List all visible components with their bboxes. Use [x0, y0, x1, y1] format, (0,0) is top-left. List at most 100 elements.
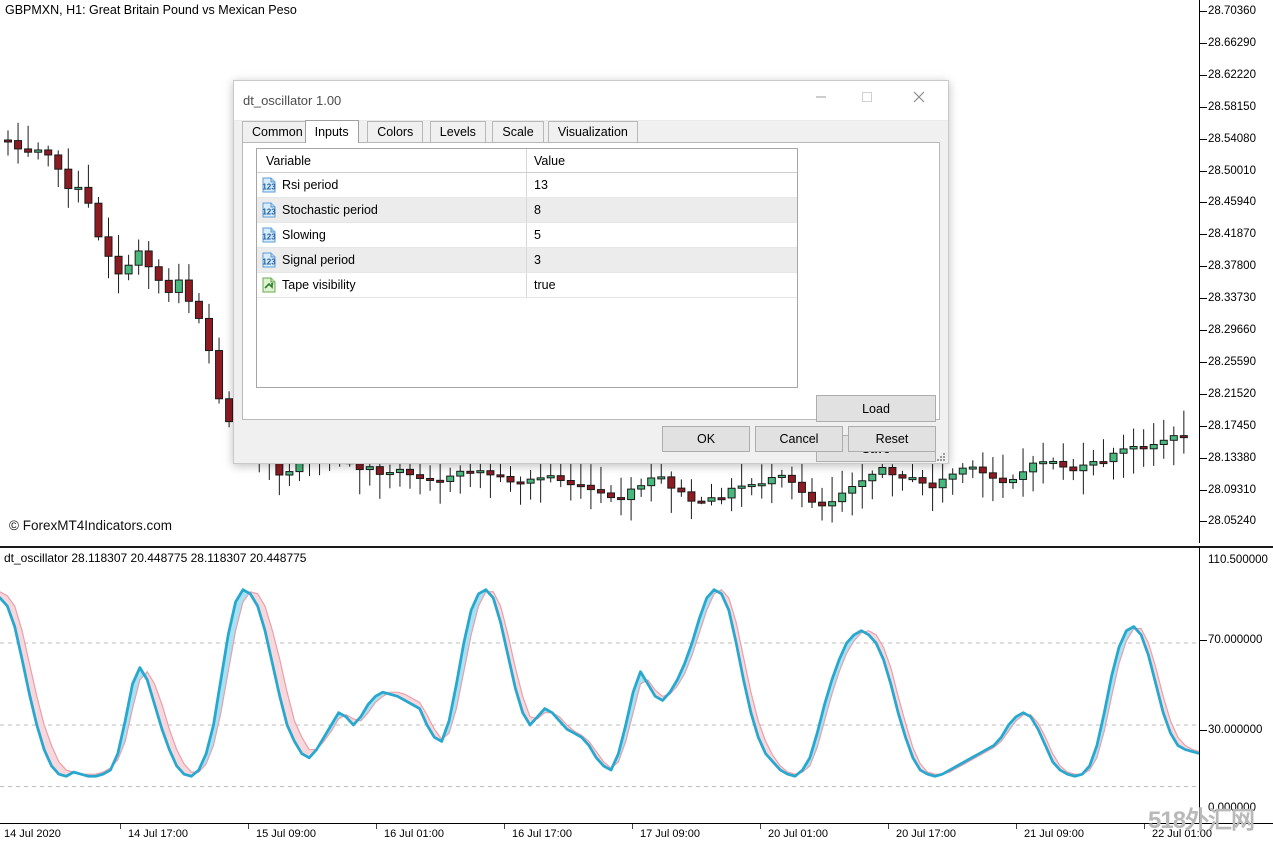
number-icon: 123: [261, 177, 277, 193]
variable-cell[interactable]: Tape visibility: [257, 273, 527, 297]
indicator-properties-dialog[interactable]: dt_oscillator 1.00 Common Inputs Colors Lev…: [233, 80, 949, 464]
close-button[interactable]: [896, 81, 942, 112]
price-axis-tick: 28.66290: [1208, 36, 1256, 49]
axis-tick-mark: [1200, 489, 1207, 491]
table-row[interactable]: 123 Slowing 5: [257, 223, 797, 248]
axis-tick-mark: [1200, 138, 1207, 140]
resize-grip[interactable]: [935, 451, 945, 461]
dialog-title: dt_oscillator 1.00: [243, 93, 342, 108]
grip-dot: [940, 456, 942, 458]
table-row[interactable]: 123 Signal period 3: [257, 248, 797, 273]
ok-button[interactable]: OK: [662, 426, 750, 452]
load-button[interactable]: Load: [816, 395, 936, 422]
variable-name: Rsi period: [282, 178, 339, 192]
cancel-button[interactable]: Cancel: [755, 426, 843, 452]
time-axis-separator: [504, 824, 505, 829]
axis-tick-mark: [1200, 393, 1207, 395]
table-row[interactable]: Tape visibility true: [257, 273, 797, 298]
dialog-tabs[interactable]: Common Inputs Colors Levels Scale Visualizati…: [242, 120, 948, 143]
axis-tick-mark: [1200, 234, 1207, 236]
tab-common[interactable]: Common: [242, 121, 313, 142]
variable-cell[interactable]: 123 Rsi period: [257, 173, 527, 197]
axis-tick-mark: [1200, 266, 1207, 268]
indicator-label: dt_oscillator 28.118307 20.448775 28.118…: [4, 551, 307, 565]
tab-label: Scale: [502, 125, 534, 139]
time-axis-separator: [888, 824, 889, 829]
axis-tick-mark: [1200, 11, 1207, 12]
value-cell[interactable]: 5: [527, 228, 797, 242]
value-cell[interactable]: 8: [527, 203, 797, 217]
tab-levels[interactable]: Levels: [429, 121, 486, 142]
table-row[interactable]: 123 Rsi period 13: [257, 173, 797, 198]
axis-tick-mark: [1200, 74, 1207, 76]
indicator-axis[interactable]: 110.500000 70.000000 30.000000 0.000000: [1199, 546, 1273, 825]
svg-text:123: 123: [262, 258, 276, 267]
time-axis-separator: [1144, 824, 1145, 829]
variable-cell[interactable]: 123 Stochastic period: [257, 198, 527, 222]
axis-tick-mark: [1200, 330, 1207, 331]
dialog-titlebar[interactable]: dt_oscillator 1.00: [234, 81, 948, 121]
table-row[interactable]: 123 Stochastic period 8: [257, 198, 797, 223]
tab-inputs[interactable]: Inputs: [304, 120, 359, 143]
tab-label: Common: [252, 125, 303, 139]
time-axis-tick: 14 Jul 2020: [4, 828, 61, 840]
copyright-label: © ForexMT4Indicators.com: [9, 518, 172, 533]
price-axis-tick: 28.58150: [1208, 100, 1256, 113]
price-axis-tick: 28.05240: [1208, 515, 1256, 528]
variable-cell[interactable]: 123 Signal period: [257, 248, 527, 272]
tab-scale[interactable]: Scale: [492, 121, 544, 142]
price-axis-tick: 28.70360: [1208, 5, 1256, 17]
boolean-icon: [261, 277, 277, 293]
time-axis-separator: [1016, 824, 1017, 829]
inputs-grid[interactable]: Variable Value 123 Rsi period 13 123 Stochasti…: [256, 148, 798, 388]
time-axis-tick: 17 Jul 09:00: [640, 828, 700, 840]
cancel-button-label: Cancel: [779, 432, 819, 446]
grip-dot: [943, 456, 945, 458]
indicator-axis-tick: 110.500000: [1208, 554, 1268, 566]
inputs-tab-panel: Variable Value 123 Rsi period 13 123 Stochasti…: [242, 142, 940, 462]
tab-label: Colors: [377, 125, 414, 139]
variable-cell[interactable]: 123 Slowing: [257, 223, 527, 247]
indicator-pane[interactable]: dt_oscillator 28.118307 20.448775 28.118…: [0, 546, 1200, 825]
tab-colors[interactable]: Colors: [367, 121, 424, 142]
tab-label: Visualization: [557, 125, 628, 139]
value-cell[interactable]: true: [527, 278, 797, 292]
variable-name: Stochastic period: [282, 203, 378, 217]
axis-tick-mark: [1200, 425, 1207, 427]
time-axis-tick: 14 Jul 17:00: [128, 828, 188, 840]
reset-button[interactable]: Reset: [848, 426, 936, 452]
price-axis-tick: 28.33730: [1208, 292, 1256, 305]
time-axis-tick: 20 Jul 17:00: [896, 828, 956, 840]
grid-header-row: Variable Value: [257, 149, 797, 173]
value-cell[interactable]: 13: [527, 178, 797, 192]
time-axis-tick: 15 Jul 09:00: [256, 828, 316, 840]
svg-text:123: 123: [262, 233, 276, 242]
number-icon: 123: [261, 227, 277, 243]
header-cell-variable: Variable: [257, 149, 527, 172]
close-icon: [913, 91, 925, 102]
price-axis-tick: 28.62220: [1208, 68, 1256, 81]
time-axis-separator: [760, 824, 761, 829]
header-variable-label: Variable: [266, 153, 311, 168]
price-axis-tick: 28.41870: [1208, 228, 1256, 241]
tab-visualization[interactable]: Visualization: [547, 121, 638, 142]
axis-tick-mark: [1200, 298, 1207, 300]
maximize-icon: [862, 91, 872, 102]
time-axis-tick: 20 Jul 01:00: [768, 828, 828, 840]
minimize-button[interactable]: [798, 81, 844, 112]
axis-tick-mark: [1200, 639, 1207, 641]
maximize-button[interactable]: [844, 81, 890, 112]
indicator-axis-tick: 70.000000: [1208, 633, 1263, 646]
axis-tick-mark: [1200, 170, 1207, 172]
time-axis[interactable]: 14 Jul 2020 14 Jul 17:00 15 Jul 09:00 16 Ju…: [0, 823, 1273, 846]
grip-dot: [940, 459, 942, 461]
variable-name: Signal period: [282, 253, 355, 267]
variable-name: Tape visibility: [282, 278, 356, 292]
load-button-label: Load: [862, 401, 890, 416]
time-axis-separator: [632, 824, 633, 829]
price-axis-tick: 28.37800: [1208, 260, 1256, 273]
price-axis[interactable]: 28.70360 28.66290 28.62220 28.58150 28.54080…: [1199, 0, 1273, 543]
time-axis-tick: 16 Jul 17:00: [512, 828, 572, 840]
time-axis-separator: [376, 824, 377, 829]
value-cell[interactable]: 3: [527, 253, 797, 267]
